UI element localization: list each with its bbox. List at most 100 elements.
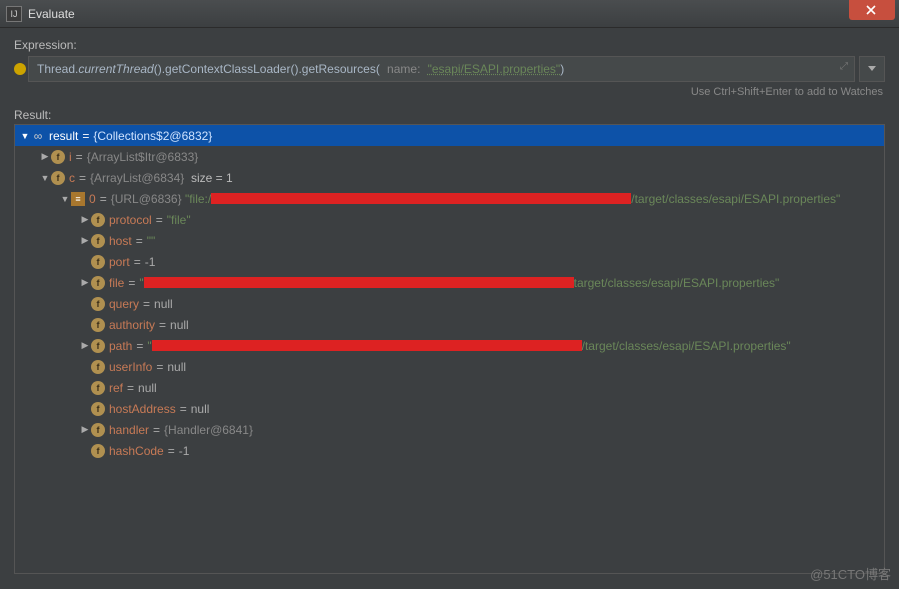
var-name: query — [109, 297, 139, 311]
tree-row-c[interactable]: ▼ f c = {ArrayList@6834} size = 1 — [15, 167, 884, 188]
var-name: port — [109, 255, 130, 269]
tree-row-handler[interactable]: ▶ f handler = {Handler@6841} — [15, 419, 884, 440]
close-icon — [866, 5, 878, 15]
var-name: userInfo — [109, 360, 152, 374]
field-icon: f — [91, 444, 105, 458]
tree-row-index0[interactable]: ▼ ≡ 0 = {URL@6836} "file://target/classe… — [15, 188, 884, 209]
expand-arrow[interactable]: ▶ — [79, 424, 91, 435]
val: null — [154, 297, 173, 311]
window-title: Evaluate — [28, 7, 849, 21]
history-dropdown[interactable] — [859, 56, 885, 82]
var-name: protocol — [109, 213, 152, 227]
expand-arrow[interactable]: ▶ — [79, 340, 91, 351]
var-name: ref — [109, 381, 123, 395]
var-name: host — [109, 234, 132, 248]
var-name: authority — [109, 318, 155, 332]
tree-row-hostaddress[interactable]: f hostAddress = null — [15, 398, 884, 419]
window-buttons — [849, 0, 899, 27]
titlebar: IJ Evaluate — [0, 0, 899, 28]
val: null — [167, 360, 186, 374]
obj-text: {ArrayList@6834} — [90, 171, 184, 185]
var-name: file — [109, 276, 124, 290]
equals: = — [82, 129, 89, 143]
field-icon: f — [91, 360, 105, 374]
val: "" — [147, 234, 156, 248]
tree-row-file[interactable]: ▶ f file = "target/classes/esapi/ESAPI.p… — [15, 272, 884, 293]
field-icon: f — [91, 255, 105, 269]
val: -1 — [145, 255, 156, 269]
field-icon: f — [91, 276, 105, 290]
var-name: handler — [109, 423, 149, 437]
expand-arrow[interactable]: ▶ — [39, 151, 51, 162]
val-suffix: target/classes/esapi/ESAPI.properties" — [574, 276, 780, 290]
chevron-down-icon — [868, 66, 876, 72]
var-name: hashCode — [109, 444, 164, 458]
expr-param-name: name: — [387, 62, 420, 76]
field-icon: f — [91, 234, 105, 248]
var-name: c — [69, 171, 75, 185]
val: "file" — [167, 213, 191, 227]
result-label: Result: — [14, 108, 885, 122]
redacted — [144, 277, 574, 288]
expand-arrow[interactable]: ▼ — [39, 173, 51, 183]
tree-row-result[interactable]: ▼ ∞ result = {Collections$2@6832} — [15, 125, 884, 146]
obj-text: {Collections$2@6832} — [93, 129, 212, 143]
expr-suffix: ) — [560, 62, 564, 76]
field-icon: f — [91, 381, 105, 395]
val-prefix: "file:/ — [185, 192, 211, 206]
expand-arrow[interactable]: ▶ — [79, 214, 91, 225]
field-icon: f — [91, 213, 105, 227]
obj-text: {ArrayList$Itr@6833} — [87, 150, 199, 164]
bulb-icon[interactable] — [14, 63, 26, 75]
field-icon: f — [51, 150, 65, 164]
expand-arrow[interactable]: ▼ — [59, 194, 71, 204]
expr-chain-rest: ().getContextClassLoader().getResources( — [154, 62, 380, 76]
val: null — [138, 381, 157, 395]
infinity-icon: ∞ — [31, 129, 45, 143]
expression-label: Expression: — [14, 38, 885, 52]
expr-chain-italic: currentThread — [78, 62, 153, 76]
obj-text: {Handler@6841} — [164, 423, 253, 437]
tree-row-protocol[interactable]: ▶ f protocol = "file" — [15, 209, 884, 230]
var-name: result — [49, 129, 78, 143]
expand-arrow[interactable]: ▼ — [19, 131, 31, 141]
tree-row-authority[interactable]: f authority = null — [15, 314, 884, 335]
hint-text: Use Ctrl+Shift+Enter to add to Watches — [14, 86, 883, 98]
expr-param-value: "esapi/ESAPI.properties" — [428, 62, 561, 76]
watermark: @51CTO博客 — [810, 564, 891, 583]
obj-text: {URL@6836} — [111, 192, 182, 206]
var-name: path — [109, 339, 132, 353]
tree-row-port[interactable]: f port = -1 — [15, 251, 884, 272]
field-icon: f — [91, 339, 105, 353]
val-suffix: /target/classes/esapi/ESAPI.properties" — [582, 339, 791, 353]
redacted — [152, 340, 582, 351]
expression-input[interactable]: Thread.currentThread().getContextClassLo… — [28, 56, 855, 82]
field-icon: f — [91, 297, 105, 311]
app-icon: IJ — [6, 6, 22, 22]
tree-row-path[interactable]: ▶ f path = "/target/classes/esapi/ESAPI.… — [15, 335, 884, 356]
var-name: i — [69, 150, 72, 164]
val-suffix: /target/classes/esapi/ESAPI.properties" — [631, 192, 840, 206]
tree-row-ref[interactable]: f ref = null — [15, 377, 884, 398]
close-button[interactable] — [849, 0, 895, 20]
array-element-icon: ≡ — [71, 192, 85, 206]
field-icon: f — [91, 402, 105, 416]
expand-arrow[interactable]: ▶ — [79, 235, 91, 246]
expand-icon[interactable]: ⤢ — [840, 61, 848, 72]
val: -1 — [179, 444, 190, 458]
val: null — [170, 318, 189, 332]
tree-row-i[interactable]: ▶ f i = {ArrayList$Itr@6833} — [15, 146, 884, 167]
result-tree[interactable]: ▼ ∞ result = {Collections$2@6832} ▶ f i … — [14, 124, 885, 574]
field-icon: f — [91, 318, 105, 332]
tree-row-hashcode[interactable]: f hashCode = -1 — [15, 440, 884, 461]
expr-prefix: Thread. — [37, 62, 78, 76]
expand-arrow[interactable]: ▶ — [79, 277, 91, 288]
redacted — [211, 193, 631, 204]
tree-row-userinfo[interactable]: f userInfo = null — [15, 356, 884, 377]
field-icon: f — [91, 423, 105, 437]
tree-row-query[interactable]: f query = null — [15, 293, 884, 314]
field-icon: f — [51, 171, 65, 185]
val: null — [191, 402, 210, 416]
tree-row-host[interactable]: ▶ f host = "" — [15, 230, 884, 251]
var-name: 0 — [89, 192, 96, 206]
